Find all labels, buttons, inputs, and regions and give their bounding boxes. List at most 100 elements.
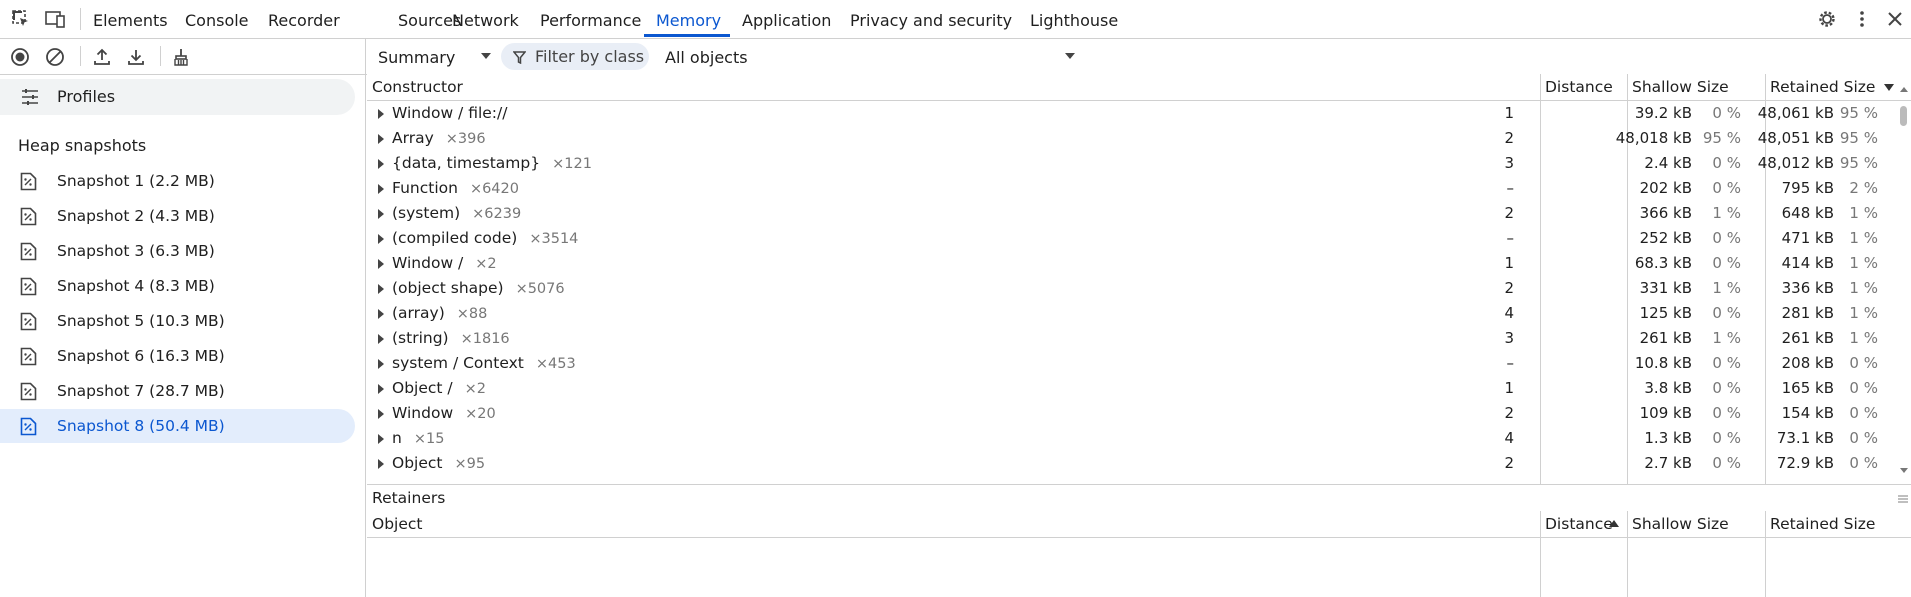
retained-percent-cell: 95 % bbox=[1839, 104, 1878, 122]
expand-triangle-icon[interactable] bbox=[378, 284, 384, 294]
table-row[interactable]: (string) ×1816 3 261 kB 1 % 261 kB 1 % bbox=[367, 326, 1892, 351]
profiles-header[interactable]: Profiles bbox=[0, 79, 355, 115]
snapshot-item[interactable]: Snapshot 3 (6.3 MB) bbox=[0, 234, 355, 268]
column-header-object[interactable]: Object bbox=[372, 515, 422, 533]
expand-triangle-icon[interactable] bbox=[378, 384, 384, 394]
table-row[interactable]: system / Context ×453 – 10.8 kB 0 % 208 kB 0 % bbox=[367, 351, 1892, 376]
collect-garbage-broom-icon[interactable] bbox=[171, 47, 191, 67]
tab-lighthouse[interactable]: Lighthouse bbox=[1030, 11, 1118, 30]
column-header-distance[interactable]: Distance bbox=[1545, 515, 1613, 533]
snapshot-file-icon bbox=[20, 347, 37, 370]
expand-triangle-icon[interactable] bbox=[378, 159, 384, 169]
expand-triangle-icon[interactable] bbox=[378, 184, 384, 194]
table-row[interactable]: Window / ×2 1 68.3 kB 0 % 414 kB 1 % bbox=[367, 251, 1892, 276]
scroll-down-arrow-icon[interactable] bbox=[1900, 468, 1908, 473]
snapshot-item[interactable]: Snapshot 2 (4.3 MB) bbox=[0, 199, 355, 233]
load-profile-upload-icon[interactable] bbox=[92, 47, 112, 67]
shallow-size-cell: 125 kB bbox=[1639, 304, 1692, 322]
vertical-scrollbar-thumb[interactable] bbox=[1900, 106, 1907, 126]
table-row[interactable]: Object ×95 2 2.7 kB 0 % 72.9 kB 0 % bbox=[367, 451, 1892, 476]
profiles-label: Profiles bbox=[57, 87, 116, 106]
devtools-tab-bar: Elements Console Recorder Sources Networ… bbox=[0, 0, 1911, 39]
record-icon[interactable] bbox=[10, 47, 30, 67]
distance-cell: 1 bbox=[1504, 104, 1514, 122]
table-row[interactable]: (object shape) ×5076 2 331 kB 1 % 336 kB 1 % bbox=[367, 276, 1892, 301]
close-devtools-icon[interactable] bbox=[1885, 9, 1905, 29]
column-header-shallow-size[interactable]: Shallow Size bbox=[1632, 78, 1729, 96]
snapshot-item[interactable]: Snapshot 1 (2.2 MB) bbox=[0, 164, 355, 198]
column-header-retained-size[interactable]: Retained Size bbox=[1770, 78, 1875, 96]
table-row[interactable]: Window / file:// 1 39.2 kB 0 % 48,061 kB 95 % bbox=[367, 101, 1892, 126]
expand-triangle-icon[interactable] bbox=[378, 459, 384, 469]
expand-triangle-icon[interactable] bbox=[378, 259, 384, 269]
tab-elements[interactable]: Elements bbox=[93, 11, 168, 30]
expand-triangle-icon[interactable] bbox=[378, 109, 384, 119]
column-header-shallow-size[interactable]: Shallow Size bbox=[1632, 515, 1729, 533]
retained-percent-cell: 95 % bbox=[1839, 129, 1878, 147]
tab-privacy-and-security[interactable]: Privacy and security bbox=[850, 11, 1012, 30]
instance-count: ×3514 bbox=[529, 231, 579, 247]
distance-cell: – bbox=[1506, 229, 1515, 247]
tab-recorder[interactable]: Recorder bbox=[268, 11, 340, 30]
more-options-icon[interactable] bbox=[1852, 9, 1872, 29]
snapshot-item[interactable]: Snapshot 6 (16.3 MB) bbox=[0, 339, 355, 373]
scroll-up-arrow-icon[interactable] bbox=[1900, 87, 1908, 92]
class-filter-input[interactable]: Filter by class bbox=[501, 43, 649, 70]
retained-percent-cell: 1 % bbox=[1849, 304, 1878, 322]
snapshot-item[interactable]: Snapshot 7 (28.7 MB) bbox=[0, 374, 355, 408]
tab-performance[interactable]: Performance bbox=[540, 11, 641, 30]
drag-handle-icon[interactable] bbox=[1897, 491, 1909, 509]
device-toolbar-icon[interactable] bbox=[44, 9, 65, 29]
tab-console[interactable]: Console bbox=[185, 11, 249, 30]
snapshot-item[interactable]: Snapshot 4 (8.3 MB) bbox=[0, 269, 355, 303]
expand-triangle-icon[interactable] bbox=[378, 359, 384, 369]
retained-percent-cell: 1 % bbox=[1849, 229, 1878, 247]
shallow-percent-cell: 0 % bbox=[1712, 254, 1741, 272]
tab-application[interactable]: Application bbox=[742, 11, 831, 30]
view-mode-select[interactable]: Summary bbox=[378, 48, 455, 67]
expand-triangle-icon[interactable] bbox=[378, 209, 384, 219]
object-filter-select[interactable]: All objects bbox=[665, 48, 748, 67]
column-header-retained-size[interactable]: Retained Size bbox=[1770, 515, 1875, 533]
shallow-size-cell: 366 kB bbox=[1639, 204, 1692, 222]
retained-size-cell: 336 kB bbox=[1781, 279, 1834, 297]
table-row[interactable]: n ×15 4 1.3 kB 0 % 73.1 kB 0 % bbox=[367, 426, 1892, 451]
table-row[interactable]: Window ×20 2 109 kB 0 % 154 kB 0 % bbox=[367, 401, 1892, 426]
retained-percent-cell: 0 % bbox=[1849, 354, 1878, 372]
snapshot-label: Snapshot 2 (4.3 MB) bbox=[57, 207, 215, 225]
tune-sliders-icon bbox=[21, 88, 39, 110]
shallow-size-cell: 2.7 kB bbox=[1644, 454, 1692, 472]
retained-percent-cell: 2 % bbox=[1849, 179, 1878, 197]
column-header-distance[interactable]: Distance bbox=[1545, 78, 1613, 96]
table-row[interactable]: (compiled code) ×3514 – 252 kB 0 % 471 kB 1 % bbox=[367, 226, 1892, 251]
distance-cell: 1 bbox=[1504, 379, 1514, 397]
snapshot-item-selected[interactable]: Snapshot 8 (50.4 MB) bbox=[0, 409, 355, 443]
snapshot-label: Snapshot 1 (2.2 MB) bbox=[57, 172, 215, 190]
shallow-percent-cell: 95 % bbox=[1702, 129, 1741, 147]
distance-cell: 2 bbox=[1504, 279, 1514, 297]
expand-triangle-icon[interactable] bbox=[378, 434, 384, 444]
tab-network[interactable]: Network bbox=[452, 11, 519, 30]
table-row[interactable]: (array) ×88 4 125 kB 0 % 281 kB 1 % bbox=[367, 301, 1892, 326]
column-header-constructor[interactable]: Constructor bbox=[372, 78, 463, 96]
inspect-element-icon[interactable] bbox=[11, 9, 31, 29]
expand-triangle-icon[interactable] bbox=[378, 234, 384, 244]
tab-memory[interactable]: Memory bbox=[656, 11, 721, 30]
table-row[interactable]: {data, timestamp} ×121 3 2.4 kB 0 % 48,012 kB… bbox=[367, 151, 1892, 176]
settings-gear-icon[interactable] bbox=[1817, 9, 1837, 29]
constructor-label: n bbox=[392, 429, 402, 447]
snapshot-file-icon bbox=[20, 277, 37, 300]
expand-triangle-icon[interactable] bbox=[378, 409, 384, 419]
instance-count: ×5076 bbox=[515, 281, 565, 297]
save-profile-download-icon[interactable] bbox=[126, 47, 146, 67]
expand-triangle-icon[interactable] bbox=[378, 309, 384, 319]
expand-triangle-icon[interactable] bbox=[378, 134, 384, 144]
shallow-percent-cell: 0 % bbox=[1712, 179, 1741, 197]
table-row[interactable]: Array ×396 2 48,018 kB 95 % 48,051 kB 95 % bbox=[367, 126, 1892, 151]
table-row[interactable]: (system) ×6239 2 366 kB 1 % 648 kB 1 % bbox=[367, 201, 1892, 226]
clear-all-icon[interactable] bbox=[45, 47, 65, 67]
table-row[interactable]: Function ×6420 – 202 kB 0 % 795 kB 2 % bbox=[367, 176, 1892, 201]
table-row[interactable]: Object / ×2 1 3.8 kB 0 % 165 kB 0 % bbox=[367, 376, 1892, 401]
expand-triangle-icon[interactable] bbox=[378, 334, 384, 344]
snapshot-item[interactable]: Snapshot 5 (10.3 MB) bbox=[0, 304, 355, 338]
